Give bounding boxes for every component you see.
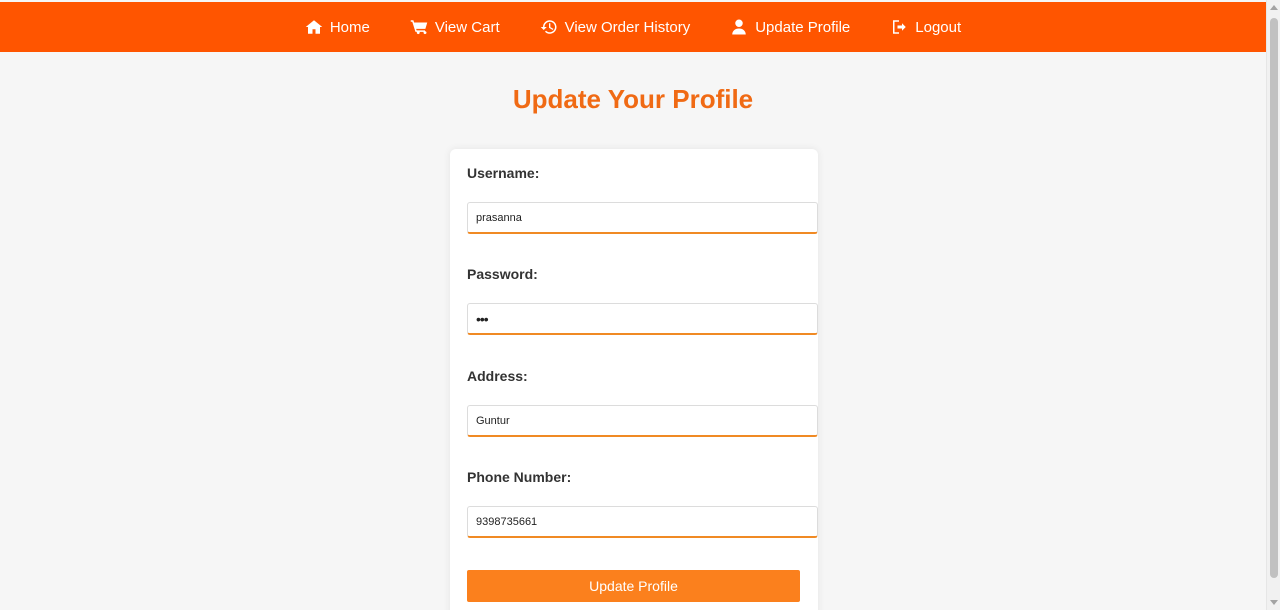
nav-view-order-history[interactable]: View Order History (540, 18, 691, 36)
password-label: Password: (467, 266, 538, 282)
phone-number-label: Phone Number: (467, 469, 572, 485)
cart-icon (410, 20, 428, 35)
phone-number-input[interactable] (467, 506, 818, 538)
address-label: Address: (467, 368, 528, 384)
logout-icon (893, 20, 907, 34)
nav-home[interactable]: Home (305, 18, 370, 36)
update-profile-button[interactable]: Update Profile (467, 570, 800, 602)
top-navbar: Home View Cart View Order History Update… (0, 2, 1266, 52)
address-input[interactable] (467, 405, 818, 437)
nav-home-label: Home (329, 18, 370, 36)
nav-view-order-history-label: View Order History (564, 18, 691, 36)
nav-logout[interactable]: Logout (890, 18, 961, 36)
nav-view-cart-label: View Cart (434, 18, 500, 36)
password-input[interactable] (467, 303, 818, 335)
page-title: Update Your Profile (512, 84, 754, 114)
scroll-up-icon[interactable] (1270, 5, 1278, 10)
nav-view-cart[interactable]: View Cart (410, 18, 500, 36)
scrollbar-thumb[interactable] (1270, 18, 1278, 578)
username-input[interactable] (467, 202, 818, 234)
username-label: Username: (467, 165, 540, 181)
nav-update-profile-label: Update Profile (755, 18, 851, 36)
history-icon (540, 20, 557, 34)
home-icon (305, 20, 323, 34)
profile-form: Username: Password: Address: Phone Numbe… (450, 149, 818, 610)
vertical-scrollbar[interactable] (1266, 0, 1280, 610)
nav-logout-label: Logout (915, 18, 962, 36)
page: Home View Cart View Order History Update… (0, 0, 1280, 610)
user-icon (732, 19, 746, 35)
nav-update-profile[interactable]: Update Profile (730, 18, 850, 36)
scroll-down-icon[interactable] (1270, 600, 1278, 605)
